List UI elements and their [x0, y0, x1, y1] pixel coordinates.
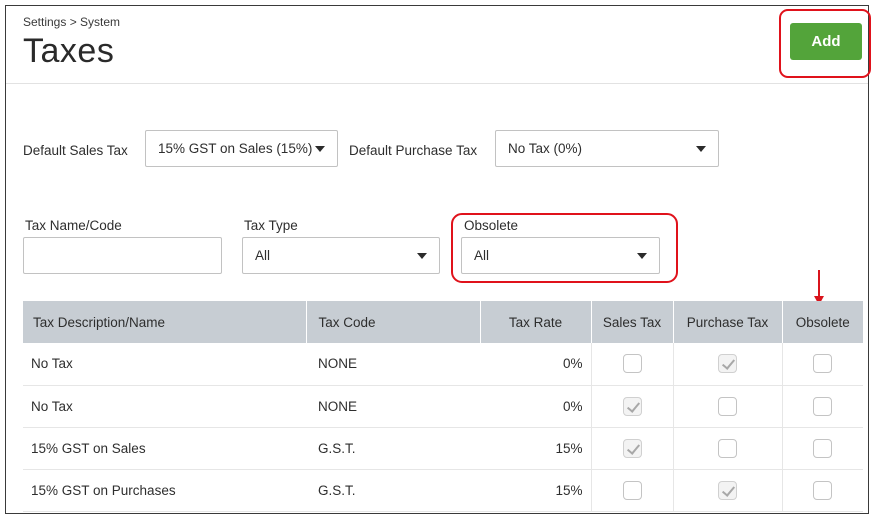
tax-name-cell[interactable]: 15% GST on Purchases: [23, 469, 306, 512]
purchase-tax-cell: [672, 469, 782, 512]
tax-type-label: Tax Type: [244, 218, 298, 233]
sales-tax-cell: [590, 427, 673, 470]
tax-type-select[interactable]: All: [242, 237, 440, 274]
taxes-table: Tax Description/Name Tax Code Tax Rate S…: [23, 301, 863, 512]
column-header-purchase-tax[interactable]: Purchase Tax: [673, 301, 783, 343]
sales-tax-checkbox[interactable]: [622, 480, 642, 500]
tax-code-cell: G.S.T.: [306, 469, 480, 512]
purchase-tax-checkbox[interactable]: [718, 354, 737, 374]
purchase-tax-checkbox[interactable]: [718, 396, 737, 416]
obsolete-checkbox[interactable]: [813, 354, 833, 374]
table-row[interactable]: 15% GST on Sales G.S.T. 15%: [23, 427, 863, 470]
caret-down-icon: [696, 145, 706, 152]
sales-tax-checkbox[interactable]: [622, 354, 642, 374]
table-row[interactable]: 15% GST on Purchases G.S.T. 15%: [23, 469, 863, 512]
default-purchase-tax-label: Default Purchase Tax: [349, 143, 478, 158]
sales-tax-checkbox[interactable]: [622, 438, 642, 458]
tax-rate-cell: 15%: [480, 469, 591, 512]
purchase-tax-checkbox[interactable]: [718, 480, 737, 500]
column-header-rate[interactable]: Tax Rate: [480, 301, 592, 343]
annotation-arrow: [818, 270, 820, 298]
sales-tax-checkbox[interactable]: [622, 396, 642, 416]
default-purchase-tax-select[interactable]: No Tax (0%): [495, 130, 719, 167]
purchase-tax-cell: [672, 427, 782, 470]
obsolete-cell: [781, 427, 863, 470]
purchase-tax-checkbox[interactable]: [718, 438, 737, 458]
obsolete-filter-value: All: [474, 248, 490, 263]
column-header-code[interactable]: Tax Code: [306, 301, 481, 343]
obsolete-cell: [781, 343, 863, 386]
caret-down-icon: [417, 252, 427, 259]
tax-code-cell: NONE: [306, 343, 480, 386]
taxes-page: Settings > System Taxes Add Default Sale…: [5, 5, 871, 514]
default-sales-tax-value: 15% GST on Sales (15%): [158, 141, 313, 156]
default-purchase-tax-value: No Tax (0%): [508, 141, 583, 156]
obsolete-checkbox[interactable]: [813, 480, 833, 500]
tax-name-cell[interactable]: No Tax: [23, 385, 306, 428]
column-header-obsolete[interactable]: Obsolete: [782, 301, 863, 343]
sales-tax-cell: [590, 343, 673, 386]
tax-name-cell[interactable]: 15% GST on Sales: [23, 427, 306, 470]
header-divider: [6, 83, 868, 84]
purchase-tax-cell: [672, 385, 782, 428]
breadcrumb[interactable]: Settings > System: [23, 15, 120, 29]
tax-rate-cell: 0%: [480, 343, 591, 386]
purchase-tax-cell: [672, 343, 782, 386]
sales-tax-cell: [590, 385, 673, 428]
column-header-description[interactable]: Tax Description/Name: [23, 301, 307, 343]
tax-name-code-label: Tax Name/Code: [25, 218, 122, 233]
tax-type-value: All: [255, 248, 271, 263]
table-header-row: Tax Description/Name Tax Code Tax Rate S…: [23, 301, 863, 343]
add-button[interactable]: Add: [790, 23, 862, 60]
tax-rate-cell: 0%: [480, 385, 591, 428]
obsolete-checkbox[interactable]: [813, 396, 833, 416]
tax-code-cell: G.S.T.: [306, 427, 480, 470]
column-header-sales-tax[interactable]: Sales Tax: [591, 301, 674, 343]
obsolete-filter-label: Obsolete: [464, 218, 519, 233]
tax-name-cell[interactable]: No Tax: [23, 343, 306, 386]
obsolete-checkbox[interactable]: [813, 438, 833, 458]
caret-down-icon: [637, 252, 647, 259]
obsolete-cell: [781, 469, 863, 512]
default-sales-tax-label: Default Sales Tax: [23, 143, 128, 158]
obsolete-cell: [781, 385, 863, 428]
obsolete-filter-select[interactable]: All: [461, 237, 660, 274]
tax-rate-cell: 15%: [480, 427, 591, 470]
default-sales-tax-select[interactable]: 15% GST on Sales (15%): [145, 130, 338, 167]
sales-tax-cell: [590, 469, 673, 512]
tax-name-code-input[interactable]: [23, 237, 222, 274]
caret-down-icon: [315, 145, 325, 152]
table-row[interactable]: No Tax NONE 0%: [23, 385, 863, 428]
table-row[interactable]: No Tax NONE 0%: [23, 343, 863, 386]
tax-code-cell: NONE: [306, 385, 480, 428]
page-title: Taxes: [23, 32, 115, 70]
